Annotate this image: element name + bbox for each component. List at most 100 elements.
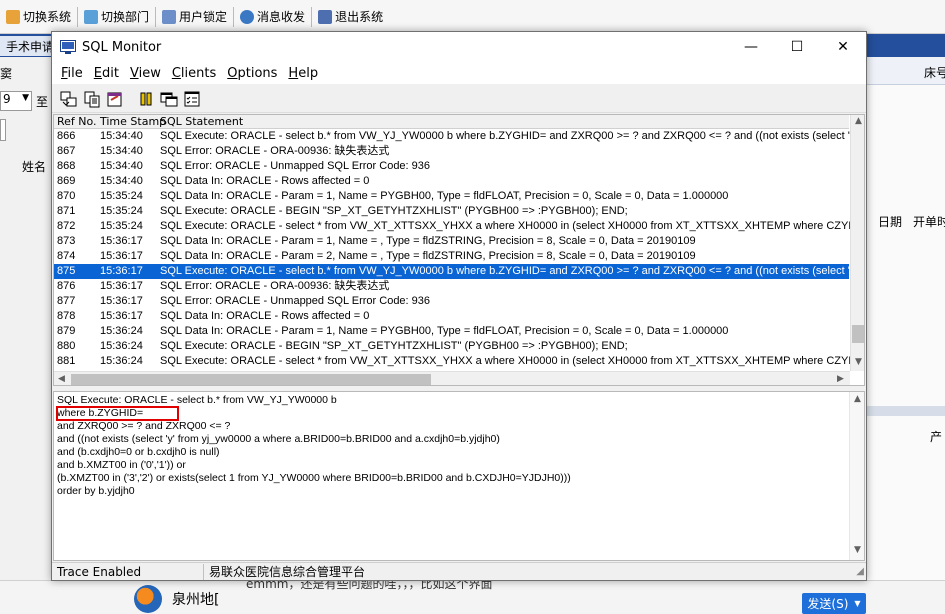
ref-no-cell: 875 xyxy=(57,265,76,277)
table-row[interactable]: 877 15:36:17 SQL Error: ORACLE - Unmapped … xyxy=(54,294,849,309)
table-row[interactable]: 866 15:34:40 SQL Execute: ORACLE - select … xyxy=(54,129,864,144)
checklist-button[interactable] xyxy=(181,88,203,110)
scroll-up-icon[interactable]: ▲ xyxy=(854,394,861,404)
sql-line: and ZXRQ00 >= ? and ZXRQ00 <= ? xyxy=(57,420,231,432)
bed-label: 床号 xyxy=(924,66,945,80)
window-titlebar[interactable]: SQL Monitor — ☐ ✕ xyxy=(52,32,866,62)
switch-system-button[interactable]: 切换系统 xyxy=(2,4,75,30)
resize-grip-icon[interactable]: ◢ xyxy=(856,566,864,577)
save-log-button[interactable] xyxy=(58,88,80,110)
copy-icon xyxy=(84,91,100,107)
minimize-icon: — xyxy=(744,39,758,55)
scroll-left-icon[interactable]: ◀ xyxy=(58,374,65,384)
table-row[interactable]: 876 15:36:17 SQL Error: ORACLE - ORA-00936… xyxy=(54,279,849,294)
time-stamp-cell: 15:36:24 xyxy=(100,325,143,337)
org-logo-icon xyxy=(134,585,162,613)
message-icon xyxy=(240,9,255,24)
send-button[interactable]: 发送(S) ▼ xyxy=(802,593,866,614)
maximize-button[interactable]: ☐ xyxy=(774,32,820,62)
menu-file[interactable]: File xyxy=(56,66,88,81)
menu-options[interactable]: Options xyxy=(222,66,282,81)
user-lock-button[interactable]: 用户锁定 xyxy=(158,4,231,30)
sql-statement-cell: SQL Data In: ORACLE - Param = 1, Name = … xyxy=(160,235,696,247)
scroll-down-icon[interactable]: ▼ xyxy=(855,357,862,367)
ref-no-cell: 868 xyxy=(57,160,76,172)
chevron-down-icon: ▼ xyxy=(854,599,861,608)
switch-dept-button[interactable]: 切换部门 xyxy=(80,4,153,30)
scroll-down-icon[interactable]: ▼ xyxy=(854,545,861,555)
toolbar-separator xyxy=(77,6,79,27)
table-row[interactable]: 867 15:34:40 SQL Error: ORACLE - ORA-00936… xyxy=(54,144,849,159)
message-button[interactable]: 消息收发 xyxy=(236,4,309,30)
table-row[interactable]: 872 15:35:24 SQL Execute: ORACLE - select … xyxy=(54,219,864,234)
time-stamp-cell: 15:34:40 xyxy=(100,175,143,187)
pause-button[interactable] xyxy=(135,88,157,110)
menu-clients[interactable]: Clients xyxy=(167,66,221,81)
copy-button[interactable] xyxy=(81,88,103,110)
exit-button[interactable]: 退出系统 xyxy=(314,4,387,30)
table-row[interactable]: 879 15:36:24 SQL Data In: ORACLE - Param =… xyxy=(54,324,849,339)
sql-line: order by b.yjdjh0 xyxy=(57,485,135,497)
sql-detail-pane[interactable]: SQL Execute: ORACLE - select b.* from VW… xyxy=(53,391,865,561)
sql-statement-cell: SQL Data In: ORACLE - Rows affected = 0 xyxy=(160,175,370,187)
grid-vertical-scroll-thumb[interactable] xyxy=(852,325,864,343)
left-side-label: 窦 xyxy=(0,67,13,81)
sql-statement-cell: SQL Data In: ORACLE - Rows affected = 0 xyxy=(160,310,370,322)
table-row[interactable]: 868 15:34:40 SQL Error: ORACLE - Unmapped … xyxy=(54,159,849,174)
platform-status: 易联众医院信息综合管理平台 xyxy=(209,565,366,579)
sql-line: (b.XMZT00 in ('3','2') or exists(select … xyxy=(57,472,571,484)
toolbar-separator xyxy=(155,6,157,27)
background-right-panel: 日期 开单时 产 xyxy=(866,85,945,614)
detail-vertical-scrollbar[interactable]: ▲ ▼ xyxy=(849,392,864,560)
menu-help[interactable]: Help xyxy=(283,66,323,81)
left-combo[interactable]: 9 ▼ xyxy=(0,91,32,111)
grid-horizontal-scrollbar[interactable]: ◀ ▶ xyxy=(54,371,850,385)
table-row[interactable]: 870 15:35:24 SQL Data In: ORACLE - Param =… xyxy=(54,189,849,204)
ref-no-cell: 867 xyxy=(57,145,76,157)
time-stamp-cell: 15:36:17 xyxy=(100,280,143,292)
checklist-icon xyxy=(184,91,200,106)
sql-statement-cell: SQL Data In: ORACLE - Param = 1, Name = … xyxy=(160,325,729,337)
menu-edit[interactable]: Edit xyxy=(89,66,124,81)
time-stamp-column-header[interactable]: Time Stamp xyxy=(100,115,166,129)
name-column-header: 姓名 xyxy=(22,160,47,174)
minimize-button[interactable]: — xyxy=(728,32,774,62)
sql-line: and b.XMZT00 in ('0','1')) or xyxy=(57,459,186,471)
scroll-right-icon[interactable]: ▶ xyxy=(837,374,844,384)
close-button[interactable]: ✕ xyxy=(820,32,866,62)
clear-button[interactable] xyxy=(104,88,126,110)
order-time-column-header: 开单时 xyxy=(913,215,945,229)
table-row[interactable]: 881 15:36:24 SQL Execute: ORACLE - select … xyxy=(54,354,864,369)
date-column-header: 日期 xyxy=(878,215,903,229)
ref-no-cell: 871 xyxy=(57,205,76,217)
table-row[interactable]: 880 15:36:24 SQL Execute: ORACLE - BEGIN "… xyxy=(54,339,849,354)
sql-statement-cell: SQL Error: ORACLE - ORA-00936: 缺失表达式 xyxy=(160,280,390,292)
time-stamp-cell: 15:36:17 xyxy=(100,310,143,322)
table-row[interactable]: 871 15:35:24 SQL Execute: ORACLE - BEGIN "… xyxy=(54,204,849,219)
table-row[interactable]: 875 15:36:17 SQL Execute: ORACLE - select … xyxy=(54,264,864,279)
ref-no-column-header[interactable]: Ref No. xyxy=(57,115,97,129)
menu-view[interactable]: View xyxy=(125,66,166,81)
grid-header: Ref No. Time Stamp SQL Statement xyxy=(54,115,849,129)
sql-statement-cell: SQL Execute: ORACLE - select b.* from VW… xyxy=(160,130,865,142)
pause-icon xyxy=(140,92,152,105)
save-log-icon xyxy=(60,91,77,106)
grid-horizontal-scroll-thumb[interactable] xyxy=(71,374,431,385)
table-row[interactable]: 873 15:36:17 SQL Data In: ORACLE - Param =… xyxy=(54,234,849,249)
time-stamp-cell: 15:36:17 xyxy=(100,265,143,277)
ref-no-cell: 880 xyxy=(57,340,76,352)
grid-vertical-scrollbar[interactable]: ▲ ▼ xyxy=(850,115,864,371)
background-tab[interactable]: 手术申请 xyxy=(0,36,56,56)
left-input[interactable] xyxy=(0,119,6,141)
time-stamp-cell: 15:35:24 xyxy=(100,190,143,202)
table-row[interactable]: 869 15:34:40 SQL Data In: ORACLE - Rows af… xyxy=(54,174,849,189)
scroll-up-icon[interactable]: ▲ xyxy=(855,116,862,126)
sql-statement-column-header[interactable]: SQL Statement xyxy=(160,115,243,129)
time-stamp-cell: 15:35:24 xyxy=(100,205,143,217)
table-row[interactable]: 878 15:36:17 SQL Data In: ORACLE - Rows af… xyxy=(54,309,849,324)
table-row[interactable]: 874 15:36:17 SQL Data In: ORACLE - Param =… xyxy=(54,249,849,264)
menu-bar: File Edit View Clients Options Help xyxy=(52,62,866,84)
window-button[interactable] xyxy=(158,88,180,110)
sql-statement-cell: SQL Execute: ORACLE - BEGIN "SP_XT_GETYH… xyxy=(160,205,628,217)
chevron-down-icon: ▼ xyxy=(22,93,29,103)
